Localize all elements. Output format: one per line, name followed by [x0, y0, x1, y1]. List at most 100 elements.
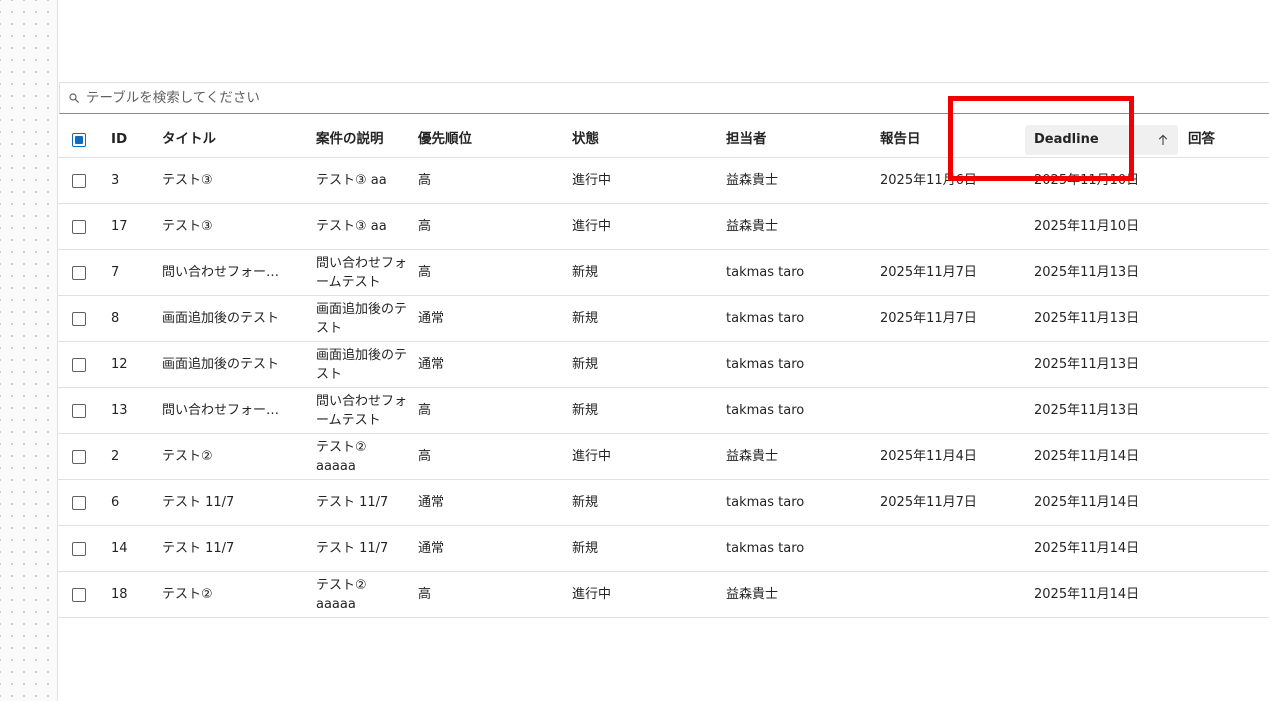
- table-row[interactable]: 2 テスト② テスト② aaaaa 高 進行中 益森貴士 2025年11月4日 2025年11…: [58, 434, 1269, 480]
- cell-report-date-text: 2025年11月7日: [880, 311, 977, 326]
- table-row[interactable]: 14 テスト 11/7 テスト 11/7 通常 新規 takmas taro 2025年11…: [58, 526, 1269, 572]
- table-search-box[interactable]: [59, 82, 1269, 114]
- cell-deadline-text: 2025年11月14日: [1034, 541, 1140, 556]
- cell-description-text: テスト② aaaaa: [316, 439, 367, 474]
- cell-title-text: テスト③: [162, 219, 213, 234]
- cell-title: テスト 11/7: [162, 526, 298, 571]
- cell-deadline-text: 2025年11月10日: [1034, 173, 1140, 188]
- column-header-description[interactable]: 案件の説明: [316, 122, 384, 157]
- select-all-checkbox[interactable]: [72, 122, 86, 157]
- cell-description: 問い合わせフォームテスト: [316, 250, 408, 295]
- cell-priority: 通常: [418, 480, 478, 525]
- cell-description: テスト 11/7: [316, 480, 408, 525]
- cell-id: 17: [111, 204, 151, 249]
- cell-id-text: 3: [111, 173, 120, 188]
- cell-deadline: 2025年11月10日: [1034, 204, 1164, 249]
- cell-report-date: 2025年11月6日: [880, 158, 1010, 203]
- cell-status: 進行中: [572, 572, 652, 617]
- table-row[interactable]: 12 画面追加後のテスト 画面追加後のテスト 通常 新規 takmas taro 2025年…: [58, 342, 1269, 388]
- row-checkbox[interactable]: [72, 388, 86, 433]
- cell-status-text: 新規: [572, 495, 599, 510]
- row-checkbox[interactable]: [72, 526, 86, 571]
- cell-id: 7: [111, 250, 151, 295]
- cell-priority-text: 高: [418, 403, 432, 418]
- cell-status: 新規: [572, 296, 652, 341]
- column-header-deadline[interactable]: Deadline: [1034, 122, 1099, 157]
- cell-report-date: [880, 572, 1010, 617]
- cell-report-date: 2025年11月7日: [880, 250, 1010, 295]
- cell-title: 画面追加後のテスト: [162, 342, 298, 387]
- cell-assignee: 益森貴士: [726, 204, 846, 249]
- cell-description: 問い合わせフォームテスト: [316, 388, 408, 433]
- row-checkbox[interactable]: [72, 434, 86, 479]
- cell-status: 新規: [572, 250, 652, 295]
- cell-assignee: takmas taro: [726, 526, 846, 571]
- table-row[interactable]: 8 画面追加後のテスト 画面追加後のテスト 通常 新規 takmas taro 2025年1…: [58, 296, 1269, 342]
- row-checkbox[interactable]: [72, 572, 86, 617]
- cell-priority: 高: [418, 158, 478, 203]
- checkbox-unchecked-icon: [72, 311, 86, 326]
- row-checkbox[interactable]: [72, 204, 86, 249]
- table-row[interactable]: 13 問い合わせフォー… 問い合わせフォームテスト高 新規 takmas taro 202…: [58, 388, 1269, 434]
- column-header-report-date[interactable]: 報告日: [880, 122, 921, 157]
- column-header-assignee[interactable]: 担当者: [726, 122, 767, 157]
- row-checkbox[interactable]: [72, 480, 86, 525]
- column-header-id[interactable]: ID: [111, 122, 127, 157]
- checkbox-unchecked-icon: [72, 495, 86, 510]
- cell-deadline: 2025年11月14日: [1034, 434, 1164, 479]
- cell-report-date-text: 2025年11月7日: [880, 495, 977, 510]
- cell-deadline-text: 2025年11月13日: [1034, 311, 1140, 326]
- cell-assignee-text: takmas taro: [726, 541, 805, 556]
- cell-description-text: 問い合わせフォームテスト: [316, 255, 408, 290]
- column-header-title[interactable]: タイトル: [162, 122, 216, 157]
- arrow-up-icon[interactable]: [1157, 122, 1169, 157]
- cell-title-text: テスト③: [162, 173, 213, 188]
- row-checkbox[interactable]: [72, 250, 86, 295]
- cell-title-text: テスト②: [162, 587, 213, 602]
- cell-deadline: 2025年11月13日: [1034, 342, 1164, 387]
- cell-id: 12: [111, 342, 151, 387]
- cell-status-text: 進行中: [572, 219, 612, 234]
- cell-id: 6: [111, 480, 151, 525]
- cell-status-text: 新規: [572, 403, 599, 418]
- cell-deadline-text: 2025年11月13日: [1034, 357, 1140, 372]
- cell-assignee: takmas taro: [726, 480, 846, 525]
- cell-status: 進行中: [572, 434, 652, 479]
- cell-description-text: テスト③ aa: [316, 219, 387, 234]
- search-icon: [69, 93, 80, 104]
- row-checkbox[interactable]: [72, 158, 86, 203]
- cell-description-text: テスト③ aa: [316, 173, 387, 188]
- row-checkbox[interactable]: [72, 296, 86, 341]
- cell-description-text: 問い合わせフォームテスト: [316, 393, 408, 428]
- cell-assignee: takmas taro: [726, 342, 846, 387]
- table-row[interactable]: 18 テスト② テスト② aaaaa 高 進行中 益森貴士 2025年11月14日: [58, 572, 1269, 618]
- cell-title-text: テスト 11/7: [162, 495, 235, 510]
- table-row[interactable]: 17 テスト③ テスト③ aa 高 進行中 益森貴士 2025年11月10日: [58, 204, 1269, 250]
- cell-id-text: 8: [111, 311, 120, 326]
- cell-id-text: 14: [111, 541, 128, 556]
- column-header-answer[interactable]: 回答: [1188, 122, 1215, 157]
- cell-description: 画面追加後のテスト: [316, 342, 408, 387]
- cell-assignee: takmas taro: [726, 388, 846, 433]
- cell-report-date: [880, 388, 1010, 433]
- table-search-input[interactable]: [86, 90, 586, 106]
- cell-description-text: テスト 11/7: [316, 541, 389, 556]
- cell-description: テスト② aaaaa: [316, 572, 408, 617]
- cell-id: 18: [111, 572, 151, 617]
- row-checkbox[interactable]: [72, 342, 86, 387]
- cell-id: 2: [111, 434, 151, 479]
- cell-priority: 高: [418, 572, 478, 617]
- column-header-status[interactable]: 状態: [572, 122, 599, 157]
- cell-deadline: 2025年11月14日: [1034, 480, 1164, 525]
- cell-description: テスト② aaaaa: [316, 434, 408, 479]
- table-row[interactable]: 7 問い合わせフォー… 問い合わせフォームテスト高 新規 takmas taro 2025…: [58, 250, 1269, 296]
- cell-report-date-text: 2025年11月6日: [880, 173, 977, 188]
- cell-status-text: 進行中: [572, 449, 612, 464]
- column-header-priority[interactable]: 優先順位: [418, 122, 472, 157]
- table-row[interactable]: 6 テスト 11/7 テスト 11/7 通常 新規 takmas taro 2025年11月…: [58, 480, 1269, 526]
- cell-priority-text: 通常: [418, 357, 445, 372]
- cell-report-date-text: 2025年11月4日: [880, 449, 977, 464]
- checkbox-unchecked-icon: [72, 403, 86, 418]
- table-row[interactable]: 3 テスト③ テスト③ aa 高 進行中 益森貴士 2025年11月6日 2025年11月10…: [58, 158, 1269, 204]
- cell-status: 新規: [572, 526, 652, 571]
